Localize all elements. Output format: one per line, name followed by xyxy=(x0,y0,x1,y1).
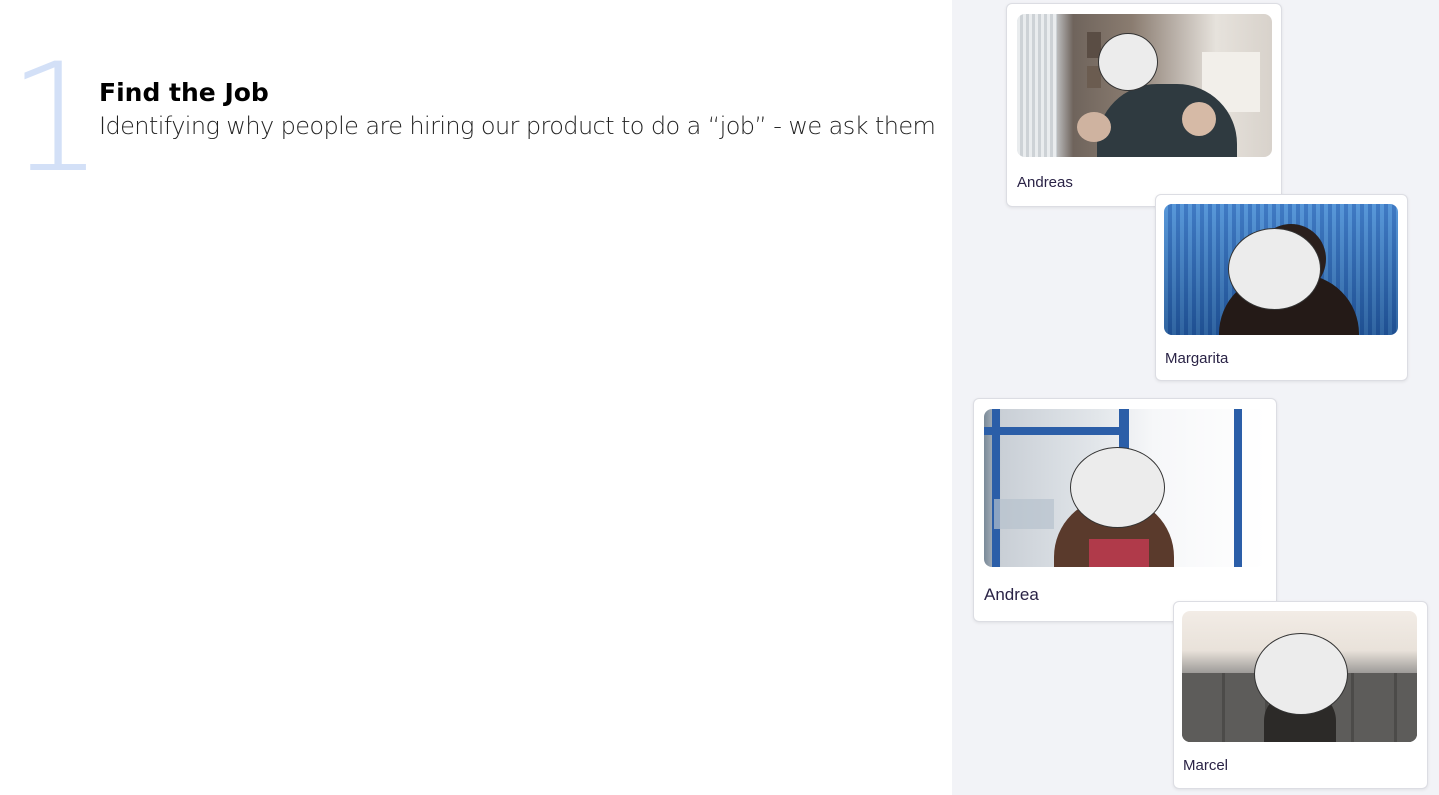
face-mask xyxy=(1070,447,1165,528)
participant-tile-marcel[interactable]: Marcel xyxy=(1173,601,1428,789)
face-mask xyxy=(1254,633,1348,715)
participant-tile-andreas[interactable]: Andreas xyxy=(1006,3,1282,207)
participant-name: Marcel xyxy=(1183,757,1229,774)
participant-name: Margarita xyxy=(1165,350,1229,367)
step-number: 1 xyxy=(8,32,104,206)
participant-video xyxy=(1017,14,1272,157)
participant-video xyxy=(984,409,1266,567)
participant-video xyxy=(1182,611,1417,742)
step-title: Find the Job xyxy=(99,78,269,107)
participant-name: Andreas xyxy=(1017,174,1073,191)
participant-name: Andrea xyxy=(984,585,1039,604)
participant-tile-andrea[interactable]: Andrea xyxy=(973,398,1277,622)
participant-video xyxy=(1164,204,1398,335)
face-mask xyxy=(1098,33,1158,91)
face-mask xyxy=(1228,228,1321,310)
step-description: Identifying why people are hiring our pr… xyxy=(99,112,936,140)
participant-tile-margarita[interactable]: Margarita xyxy=(1155,194,1408,381)
presentation-slide: 1 Find the Job Identifying why people ar… xyxy=(0,0,952,795)
participants-panel: Andreas Margarita Andrea Marcel xyxy=(952,0,1439,795)
